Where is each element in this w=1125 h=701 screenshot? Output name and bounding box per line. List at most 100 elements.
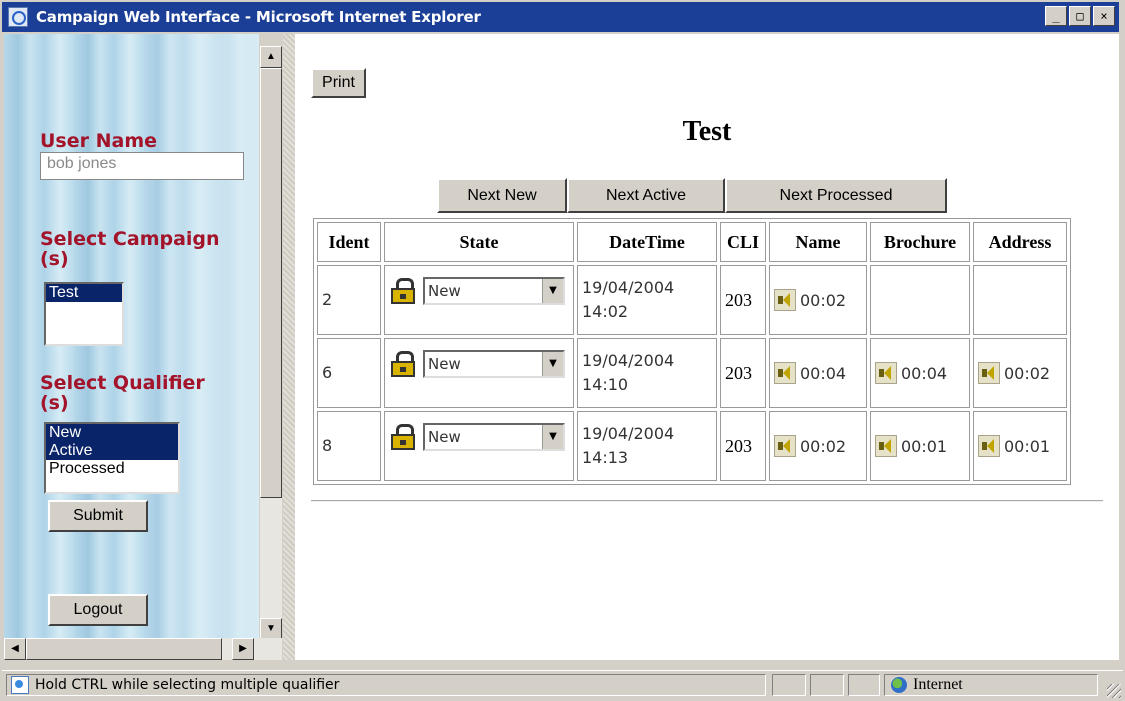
campaign-label-suffix: (s) <box>40 248 69 270</box>
cli-cell: 203 <box>720 265 766 335</box>
username-label: User Name <box>40 130 158 152</box>
next-processed-button[interactable]: Next Processed <box>725 178 947 213</box>
date-text: 19/04/2004 <box>582 278 675 297</box>
nav-buttons: Next New Next Active Next Processed <box>437 178 947 213</box>
zone-text: Internet <box>913 676 963 693</box>
close-button[interactable]: × <box>1093 6 1115 26</box>
lock-icon[interactable] <box>389 277 417 305</box>
speaker-icon[interactable] <box>774 362 796 384</box>
time-text: 14:10 <box>582 375 629 394</box>
scroll-down-icon[interactable]: ▼ <box>260 618 282 640</box>
qualifier-option-new[interactable]: New <box>46 424 178 442</box>
datetime-cell: 19/04/2004 14:10 <box>577 338 717 408</box>
address-cell: 00:02 <box>973 338 1067 408</box>
name-duration: 00:04 <box>800 363 847 383</box>
qualifier-option-processed[interactable]: Processed <box>46 460 178 478</box>
ident-cell: 8 <box>317 411 381 481</box>
next-active-button[interactable]: Next Active <box>567 178 725 213</box>
name-duration: 00:02 <box>800 290 847 310</box>
campaign-option-test[interactable]: Test <box>46 284 122 302</box>
qualifier-label-suffix: (s) <box>40 392 69 414</box>
state-select[interactable]: New ▼ <box>423 277 565 305</box>
table-header-row: Ident State DateTime CLI Name Brochure A… <box>317 222 1067 262</box>
scroll-left-icon[interactable]: ◀ <box>4 638 26 660</box>
state-cell: New ▼ <box>384 411 574 481</box>
state-value: New <box>428 355 461 373</box>
frame-divider[interactable] <box>283 34 295 660</box>
left-horizontal-scrollbar[interactable]: ◀ ▶ <box>4 638 282 660</box>
chevron-down-icon[interactable]: ▼ <box>542 279 563 303</box>
print-button[interactable]: Print <box>311 68 366 98</box>
scroll-right-icon[interactable]: ▶ <box>232 638 254 660</box>
speaker-icon[interactable] <box>978 362 1000 384</box>
time-text: 14:13 <box>582 448 629 467</box>
records-table: Ident State DateTime CLI Name Brochure A… <box>313 218 1071 485</box>
lock-icon[interactable] <box>389 423 417 451</box>
globe-icon <box>891 677 907 693</box>
logout-button[interactable]: Logout <box>48 594 148 626</box>
table-row: 8 New ▼ 19/04/2004 14:13 203 00:02 00:01 0… <box>317 411 1067 481</box>
next-new-button[interactable]: Next New <box>437 178 567 213</box>
campaign-listbox[interactable]: Test <box>44 282 124 346</box>
table-row: 2 New ▼ 19/04/2004 14:02 203 00:02 <box>317 265 1067 335</box>
col-name: Name <box>769 222 867 262</box>
security-zone: Internet <box>884 674 1098 696</box>
name-duration: 00:02 <box>800 436 847 456</box>
window-title: Campaign Web Interface - Microsoft Inter… <box>36 8 481 26</box>
title-bar: Campaign Web Interface - Microsoft Inter… <box>2 2 1119 32</box>
speaker-icon[interactable] <box>875 362 897 384</box>
datetime-cell: 19/04/2004 14:13 <box>577 411 717 481</box>
col-datetime: DateTime <box>577 222 717 262</box>
address-duration: 00:02 <box>1004 363 1051 383</box>
name-cell: 00:02 <box>769 411 867 481</box>
address-cell <box>973 265 1067 335</box>
page-title: Test <box>682 116 732 147</box>
lock-icon[interactable] <box>389 350 417 378</box>
username-field[interactable]: bob jones <box>40 152 244 180</box>
speaker-icon[interactable] <box>774 435 796 457</box>
state-value: New <box>428 428 461 446</box>
scroll-up-icon[interactable]: ▲ <box>260 46 282 68</box>
speaker-icon[interactable] <box>774 289 796 311</box>
status-text-panel: Hold CTRL while selecting multiple quali… <box>6 674 766 696</box>
left-vertical-scrollbar[interactable]: ▲ ▼ <box>260 46 282 640</box>
chevron-down-icon[interactable]: ▼ <box>542 425 563 449</box>
col-address: Address <box>973 222 1067 262</box>
chevron-down-icon[interactable]: ▼ <box>542 352 563 376</box>
status-text: Hold CTRL while selecting multiple quali… <box>35 677 340 693</box>
qualifier-listbox[interactable]: New Active Processed <box>44 422 180 494</box>
hscroll-thumb[interactable] <box>26 638 222 660</box>
name-cell: 00:02 <box>769 265 867 335</box>
left-frame: User Name bob jones Select Campaign (s) … <box>4 34 259 652</box>
col-state: State <box>384 222 574 262</box>
datetime-cell: 19/04/2004 14:02 <box>577 265 717 335</box>
cli-cell: 203 <box>720 338 766 408</box>
qualifier-option-active[interactable]: Active <box>46 442 178 460</box>
cli-cell: 203 <box>720 411 766 481</box>
browser-window: Campaign Web Interface - Microsoft Inter… <box>0 0 1125 701</box>
state-select[interactable]: New ▼ <box>423 350 565 378</box>
maximize-button[interactable]: □ <box>1069 6 1091 26</box>
speaker-icon[interactable] <box>875 435 897 457</box>
main-frame: Print Test Next New Next Active Next Pro… <box>295 34 1119 660</box>
brochure-cell: 00:04 <box>870 338 970 408</box>
resize-grip-icon[interactable] <box>1107 684 1121 698</box>
minimize-button[interactable]: _ <box>1045 6 1067 26</box>
campaign-label: Select Campaign <box>40 228 220 250</box>
horizontal-rule <box>311 500 1103 502</box>
speaker-icon[interactable] <box>978 435 1000 457</box>
qualifier-label: Select Qualifier <box>40 372 205 394</box>
table-row: 6 New ▼ 19/04/2004 14:10 203 00:04 00:04 0… <box>317 338 1067 408</box>
state-cell: New ▼ <box>384 265 574 335</box>
scroll-thumb[interactable] <box>260 68 282 498</box>
date-text: 19/04/2004 <box>582 424 675 443</box>
status-cell <box>848 674 880 696</box>
date-text: 19/04/2004 <box>582 351 675 370</box>
submit-button[interactable]: Submit <box>48 500 148 532</box>
ie-icon <box>8 7 28 27</box>
col-cli: CLI <box>720 222 766 262</box>
brochure-cell: 00:01 <box>870 411 970 481</box>
name-cell: 00:04 <box>769 338 867 408</box>
state-select[interactable]: New ▼ <box>423 423 565 451</box>
time-text: 14:02 <box>582 302 629 321</box>
